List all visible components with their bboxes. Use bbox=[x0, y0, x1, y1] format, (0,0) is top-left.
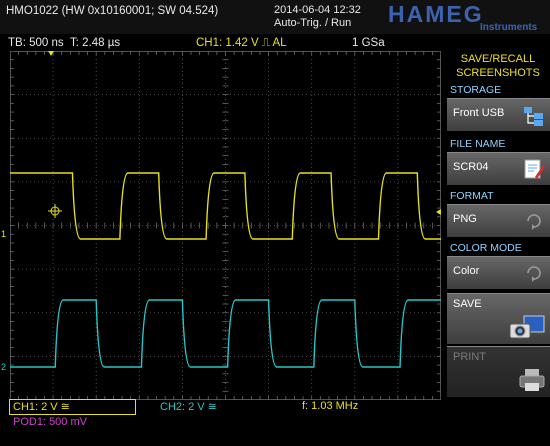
sample-rate: 1 GSa bbox=[352, 37, 385, 49]
frequency-readout: f: 1.03 MHz bbox=[302, 400, 359, 412]
storage-value: Front USB bbox=[453, 107, 505, 119]
printer-icon bbox=[519, 369, 545, 391]
ch1-ground-marker: 1 bbox=[1, 229, 7, 239]
save-button[interactable]: SAVE bbox=[447, 293, 550, 344]
storage-button[interactable]: Front USB bbox=[447, 98, 550, 131]
timebase-readout: TB: 500 ns T: 2.48 µs bbox=[8, 37, 120, 49]
rotate-select-icon bbox=[527, 214, 541, 230]
model-info: HMO1022 (HW 0x10160001; SW 04.524) bbox=[6, 5, 219, 17]
rotate-select-icon bbox=[527, 266, 541, 282]
colormode-value: Color bbox=[453, 265, 480, 277]
trigger-mode: Auto-Trig. / Run bbox=[274, 17, 352, 29]
menu-title: SAVE/RECALL SCREENSHOTS bbox=[446, 52, 550, 80]
storage-section-label: STORAGE bbox=[450, 84, 502, 96]
ch1-status: CH1: 2 V ≅ bbox=[13, 401, 70, 413]
print-button[interactable]: PRINT bbox=[447, 346, 550, 397]
trigger-readout: CH1: 1.42 V ⎍ AL bbox=[196, 37, 287, 49]
camera-screenshot-icon bbox=[509, 315, 545, 339]
filename-value: SCR04 bbox=[453, 161, 489, 173]
ch2-status[interactable]: CH2: 2 V ≅ bbox=[160, 400, 217, 413]
format-value: PNG bbox=[453, 213, 477, 225]
ch2-ground-marker: 2 bbox=[1, 362, 7, 372]
trigger-time: T: 2.48 µs bbox=[70, 37, 121, 49]
pod1-status: POD1: 500 mV bbox=[13, 416, 87, 428]
scope-screen bbox=[10, 51, 441, 400]
menu-title-line1: SAVE/RECALL bbox=[460, 53, 536, 65]
hameg-logo-sub: Instruments bbox=[480, 22, 538, 33]
timebase: TB: 500 ns bbox=[8, 37, 64, 49]
print-label: PRINT bbox=[453, 351, 486, 363]
colormode-button[interactable]: Color bbox=[447, 256, 550, 289]
filename-section-label: FILE NAME bbox=[450, 138, 506, 150]
save-label: SAVE bbox=[453, 298, 482, 310]
menu-title-line2: SCREENSHOTS bbox=[456, 67, 540, 79]
format-button[interactable]: PNG bbox=[447, 204, 550, 237]
filename-button[interactable]: SCR04 bbox=[447, 152, 550, 185]
hameg-logo: HAMEG bbox=[388, 1, 484, 27]
colormode-section-label: COLOR MODE bbox=[450, 242, 522, 254]
datetime: 2014-06-04 12:32 bbox=[274, 4, 361, 16]
edit-file-icon bbox=[524, 159, 545, 179]
format-section-label: FORMAT bbox=[450, 190, 494, 202]
usb-folder-icon bbox=[524, 107, 543, 126]
